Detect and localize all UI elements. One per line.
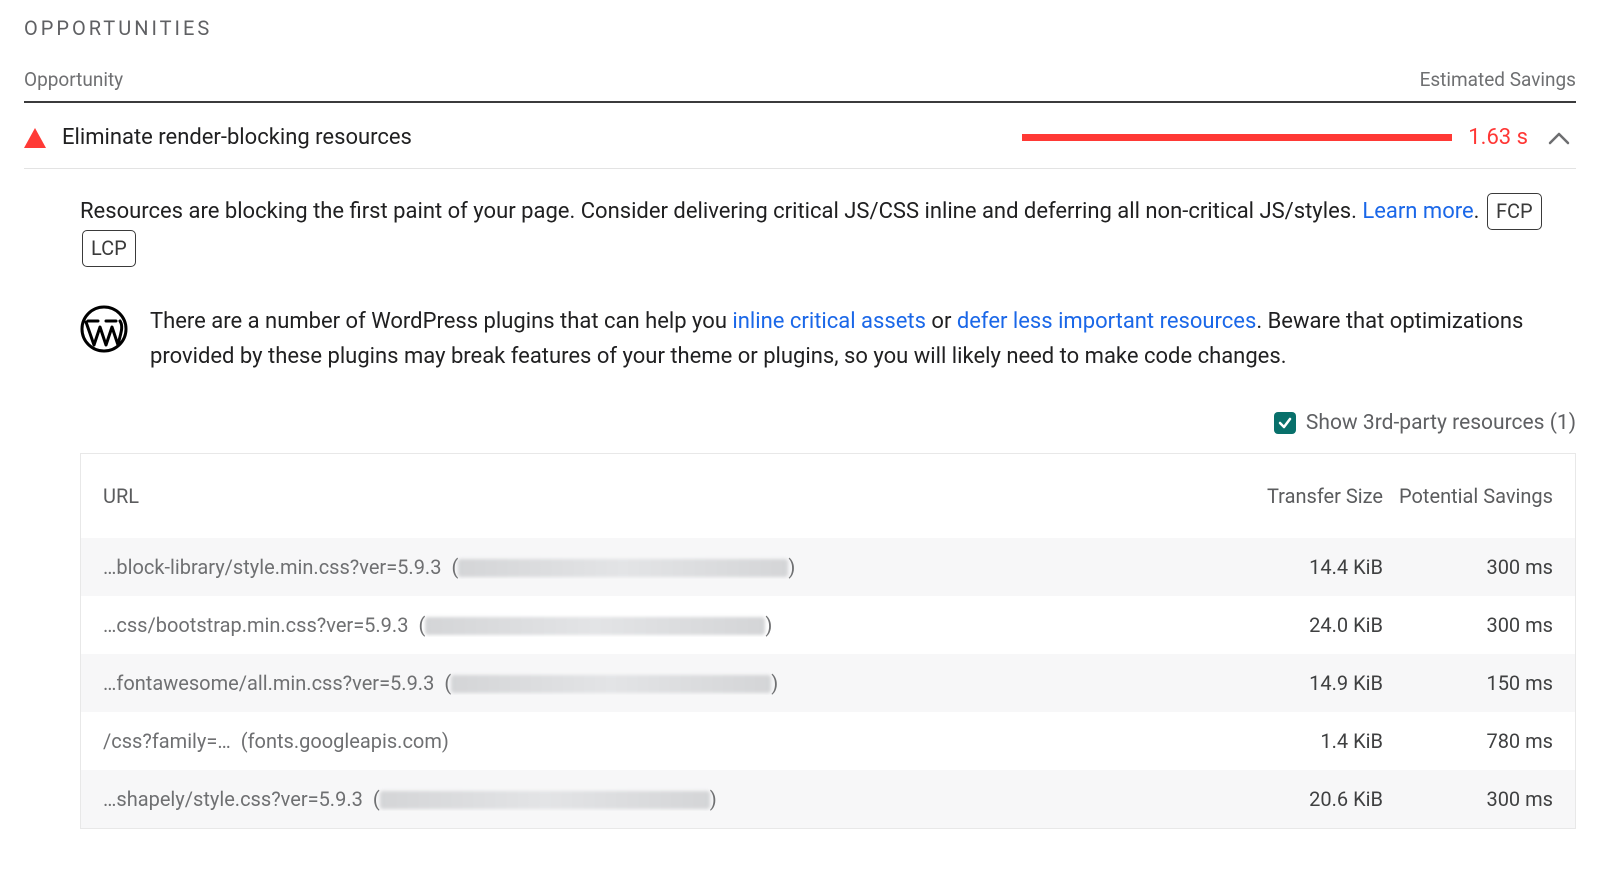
url-cell: …fontawesome/all.min.css?ver=5.9.3 () xyxy=(103,671,1213,695)
url-host: () xyxy=(444,671,778,695)
potential-savings: 300 ms xyxy=(1383,555,1553,579)
chevron-up-icon[interactable] xyxy=(1548,131,1576,145)
url-host-text: fonts.googleapis.com xyxy=(248,729,442,753)
potential-savings: 300 ms xyxy=(1383,613,1553,637)
table-row: …block-library/style.min.css?ver=5.9.3 (… xyxy=(81,538,1575,596)
redacted-host xyxy=(380,791,710,809)
metric-tag-lcp: LCP xyxy=(82,230,136,267)
transfer-size: 24.0 KiB xyxy=(1213,613,1383,637)
url-host: () xyxy=(373,787,717,811)
audit-body: Resources are blocking the first paint o… xyxy=(24,169,1576,829)
wordpress-icon xyxy=(80,305,128,359)
checkbox-checked-icon[interactable] xyxy=(1274,412,1296,434)
savings-value: 1.63 s xyxy=(1468,125,1532,150)
desc-after: . xyxy=(1474,199,1480,224)
third-party-label: Show 3rd-party resources (1) xyxy=(1306,411,1576,435)
metric-tag-fcp: FCP xyxy=(1487,193,1542,230)
audit-row[interactable]: Eliminate render-blocking resources 1.63… xyxy=(24,103,1576,169)
url-host: (fonts.googleapis.com) xyxy=(241,729,449,753)
desc-text: Resources are blocking the first paint o… xyxy=(80,199,1362,224)
alert-triangle-icon xyxy=(24,128,46,148)
url-cell: …block-library/style.min.css?ver=5.9.3 (… xyxy=(103,555,1213,579)
url-path: …css/bootstrap.min.css?ver=5.9.3 xyxy=(103,613,408,637)
url-cell: …shapely/style.css?ver=5.9.3 () xyxy=(103,787,1213,811)
table-row: …fontawesome/all.min.css?ver=5.9.3 ()14.… xyxy=(81,654,1575,712)
redacted-host xyxy=(425,617,765,635)
redacted-host xyxy=(458,559,788,577)
col-url: URL xyxy=(103,484,1213,508)
url-path: …block-library/style.min.css?ver=5.9.3 xyxy=(103,555,441,579)
section-title: OPPORTUNITIES xyxy=(24,16,1576,40)
transfer-size: 14.4 KiB xyxy=(1213,555,1383,579)
transfer-size: 1.4 KiB xyxy=(1213,729,1383,753)
table-row: …shapely/style.css?ver=5.9.3 ()20.6 KiB3… xyxy=(81,770,1575,828)
col-size: Transfer Size xyxy=(1213,484,1383,508)
learn-more-link[interactable]: Learn more xyxy=(1362,199,1473,224)
url-path: /css?family=… xyxy=(103,729,231,753)
wp-mid: or xyxy=(926,309,957,334)
savings-bar xyxy=(1022,134,1452,141)
table-row: …css/bootstrap.min.css?ver=5.9.3 ()24.0 … xyxy=(81,596,1575,654)
audit-description: Resources are blocking the first paint o… xyxy=(80,193,1576,267)
defer-resources-link[interactable]: defer less important resources xyxy=(957,309,1256,334)
table-header: URL Transfer Size Potential Savings xyxy=(81,454,1575,538)
redacted-host xyxy=(451,675,771,693)
potential-savings: 150 ms xyxy=(1383,671,1553,695)
url-host: () xyxy=(418,613,772,637)
third-party-toggle[interactable]: Show 3rd-party resources (1) xyxy=(80,411,1576,435)
header-right: Estimated Savings xyxy=(1420,68,1576,91)
transfer-size: 14.9 KiB xyxy=(1213,671,1383,695)
potential-savings: 300 ms xyxy=(1383,787,1553,811)
potential-savings: 780 ms xyxy=(1383,729,1553,753)
table-row: /css?family=… (fonts.googleapis.com)1.4 … xyxy=(81,712,1575,770)
header-row: Opportunity Estimated Savings xyxy=(24,68,1576,103)
transfer-size: 20.6 KiB xyxy=(1213,787,1383,811)
wordpress-tip: There are a number of WordPress plugins … xyxy=(80,305,1576,375)
url-cell: /css?family=… (fonts.googleapis.com) xyxy=(103,729,1213,753)
inline-critical-link[interactable]: inline critical assets xyxy=(732,309,926,334)
url-path: …fontawesome/all.min.css?ver=5.9.3 xyxy=(103,671,434,695)
header-left: Opportunity xyxy=(24,68,123,91)
col-savings: Potential Savings xyxy=(1383,484,1553,508)
resources-table: URL Transfer Size Potential Savings …blo… xyxy=(80,453,1576,829)
url-host: () xyxy=(451,555,795,579)
wp-text-1: There are a number of WordPress plugins … xyxy=(150,309,732,334)
audit-title: Eliminate render-blocking resources xyxy=(62,125,1006,150)
url-cell: …css/bootstrap.min.css?ver=5.9.3 () xyxy=(103,613,1213,637)
url-path: …shapely/style.css?ver=5.9.3 xyxy=(103,787,363,811)
